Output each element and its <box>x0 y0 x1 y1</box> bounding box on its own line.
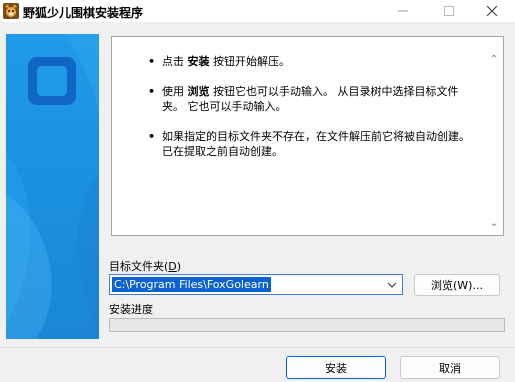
instruction-item: • 使用 浏览 按钮它也可以手动输入。 从目录树中选择目标文件夹。 它也可以手动… <box>148 85 459 113</box>
chevron-down-icon[interactable] <box>386 279 398 291</box>
instruction-item: • 如果指定的目标文件夹不存在，在文件解压前它将被自动创建。 已在提取之前自动创… <box>148 130 470 158</box>
scroll-up-icon[interactable]: ⌃ <box>487 53 501 67</box>
destination-path-value: C:\Program Files\FoxGolearn <box>112 277 271 292</box>
instructions-list: • 点击 安装 按钮开始解压。 • 使用 浏览 按钮它也可以手动输入。 从目录树… <box>112 54 482 174</box>
maximize-button[interactable] <box>426 0 472 22</box>
window-title: 野狐少儿围棋安装程序 <box>23 6 144 20</box>
banner-logo-icon <box>28 57 76 105</box>
bullet-icon: • <box>148 55 156 68</box>
scroll-down-icon[interactable]: ⌄ <box>487 217 501 231</box>
maximize-icon <box>444 6 454 16</box>
progress-label: 安装进度 <box>109 303 153 316</box>
bullet-icon: • <box>148 85 156 98</box>
install-progress-bar <box>109 318 505 332</box>
browse-button[interactable]: 浏览(W)... <box>414 274 500 296</box>
minimize-button[interactable] <box>380 0 426 22</box>
destination-path-combobox[interactable]: C:\Program Files\FoxGolearn <box>109 274 403 295</box>
title-bar[interactable]: 野狐少儿围棋安装程序 <box>0 0 515 22</box>
banner-graphic <box>6 34 99 339</box>
bullet-icon: • <box>148 130 156 143</box>
close-button[interactable] <box>469 0 515 22</box>
close-icon <box>487 6 497 16</box>
instruction-item: • 点击 安装 按钮开始解压。 <box>148 55 290 68</box>
minimize-icon <box>398 10 408 12</box>
install-button[interactable]: 安装 <box>286 356 386 379</box>
instructions-panel[interactable]: • 点击 安装 按钮开始解压。 • 使用 浏览 按钮它也可以手动输入。 从目录树… <box>111 36 504 236</box>
cancel-button[interactable]: 取消 <box>400 356 500 379</box>
destination-folder-label: 目标文件夹(D) <box>109 260 182 273</box>
fox-app-icon <box>3 3 19 19</box>
separator <box>0 347 515 348</box>
installer-banner <box>6 34 99 339</box>
